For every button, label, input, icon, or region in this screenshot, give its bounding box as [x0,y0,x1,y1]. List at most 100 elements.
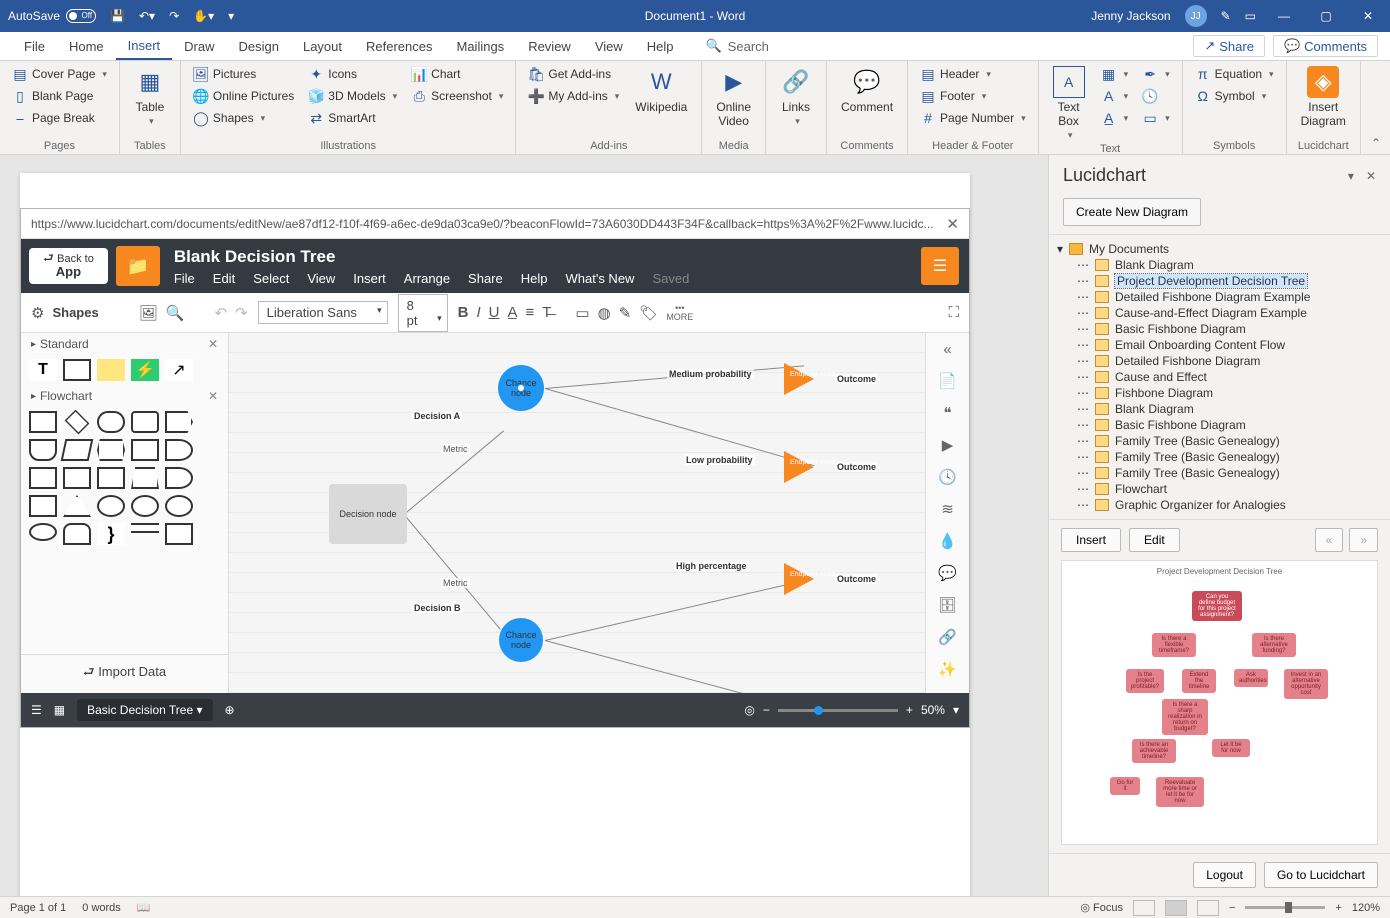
endpoint-3[interactable] [784,563,814,595]
close-button[interactable]: ✕ [1354,9,1382,23]
3d-models-button[interactable]: 🧊3D Models [304,86,401,106]
back-to-app-button[interactable]: ⮐ Back toApp [29,248,108,283]
textcolor-button[interactable]: A̲ [507,304,517,321]
align-button[interactable]: ≡ [525,304,534,321]
add-page-button[interactable]: ⊕ [225,703,235,717]
grid-view-icon[interactable]: ▦ [54,703,65,717]
fc-shape[interactable] [131,467,159,489]
minimize-button[interactable]: — [1270,9,1298,23]
fc-shape[interactable] [165,495,193,517]
cleartext-button[interactable]: T̶ [542,304,551,321]
fc-shape[interactable] [29,467,57,489]
redo-icon[interactable]: ↷ [169,9,179,23]
equation-button[interactable]: πEquation [1191,64,1278,84]
quick-parts-button[interactable]: ▦ [1097,64,1133,84]
fc-shape[interactable] [63,523,91,545]
fc-shape[interactable] [63,467,91,489]
import-data-button[interactable]: ⮐ Import Data [21,654,228,693]
tree-item[interactable]: ⋯ Fishbone Diagram [1049,385,1390,401]
fc-shape[interactable] [97,411,125,433]
text-box-button[interactable]: AText Box [1047,64,1091,143]
decision-node[interactable]: Decision node [329,484,407,544]
bold-button[interactable]: B [458,304,469,321]
lc-menu-new[interactable]: What's New [566,271,635,286]
fc-shape[interactable] [131,411,159,433]
panel-insert-button[interactable]: Insert [1061,528,1121,552]
web-layout-button[interactable] [1197,900,1219,916]
object-button[interactable]: ▭ [1138,108,1174,128]
smartart-button[interactable]: ⇄SmartArt [304,108,401,128]
comment-button[interactable]: 💬Comment [835,64,899,116]
panel-prev-button[interactable]: « [1315,528,1344,552]
fc-shape[interactable] [131,523,159,533]
lc-diagram-title[interactable]: Blank Decision Tree [174,247,690,267]
fc-shape[interactable] [97,467,125,489]
user-name[interactable]: Jenny Jackson [1091,9,1170,23]
undo-icon[interactable]: ↶ [214,304,227,322]
proofing-icon[interactable]: 📖 [137,901,151,914]
tab-draw[interactable]: Draw [172,32,226,60]
get-addins-button[interactable]: 🛍Get Add-ins [524,64,623,84]
chart-button[interactable]: 📊Chart [407,64,507,84]
layers-icon[interactable]: ≋ [941,500,954,518]
fc-shape[interactable] [29,439,57,461]
page-indicator[interactable]: Page 1 of 1 [10,902,66,914]
cat-close-icon[interactable]: ✕ [208,389,218,403]
create-diagram-button[interactable]: Create New Diagram [1063,198,1201,226]
tree-item[interactable]: ⋯ Graphic Organizer for Analogies [1049,497,1390,513]
history-icon[interactable]: 🕓 [938,468,957,486]
tab-design[interactable]: Design [227,32,291,60]
icons-button[interactable]: ✦Icons [304,64,401,84]
tree-item[interactable]: ⋯ Project Development Decision Tree [1049,273,1390,289]
read-mode-button[interactable] [1133,900,1155,916]
pictures-button[interactable]: 🖼Pictures [189,64,298,84]
online-pictures-button[interactable]: 🌐Online Pictures [189,86,298,106]
page-tab[interactable]: Basic Decision Tree ▾ [77,699,212,721]
fc-shape[interactable] [131,495,159,517]
tree-item[interactable]: ⋯ Family Tree (Basic Genealogy) [1049,465,1390,481]
present-icon[interactable]: ▶ [942,436,954,454]
zoom-in-button[interactable]: + [906,703,913,717]
data-icon[interactable]: 🗄 [938,596,957,614]
fc-shape[interactable] [165,411,193,433]
goto-lucidchart-button[interactable]: Go to Lucidchart [1264,862,1378,888]
fc-shape[interactable] [65,410,90,435]
drop-icon[interactable]: 💧 [938,532,957,550]
fc-shape[interactable] [29,411,57,433]
comments-button[interactable]: 💬Comments [1273,35,1378,57]
fill-button[interactable]: ◍ [598,304,611,322]
save-icon[interactable]: 💾 [110,9,125,23]
fc-shape[interactable] [61,439,94,461]
zoom-slider[interactable] [778,709,898,712]
draw-mode-icon[interactable]: ✎ [1221,9,1231,23]
wordart-button[interactable]: A [1097,86,1133,106]
chat-icon[interactable]: 💬 [938,564,957,582]
tab-layout[interactable]: Layout [291,32,354,60]
cover-page-button[interactable]: ▤Cover Page [8,64,111,84]
symbol-button[interactable]: ΩSymbol [1191,86,1278,106]
endpoint-2[interactable] [784,451,814,483]
lc-menu-help[interactable]: Help [521,271,548,286]
fc-shape[interactable] [29,495,57,517]
screenshot-button[interactable]: ⎙Screenshot [407,86,507,106]
shape-bolt[interactable]: ⚡ [131,359,159,381]
search-icon[interactable]: 🔍 [166,304,185,322]
zoom-level[interactable]: 120% [1352,902,1380,914]
shape-arrow[interactable]: ↗ [165,359,193,381]
panel-next-button[interactable]: » [1349,528,1378,552]
word-count[interactable]: 0 words [82,902,121,914]
fullscreen-button[interactable]: ⛶ [948,304,959,321]
lc-menu-insert[interactable]: Insert [353,271,386,286]
share-button[interactable]: ↗Share [1193,35,1265,57]
blank-page-button[interactable]: ▯Blank Page [8,86,111,106]
tab-help[interactable]: Help [635,32,686,60]
tree-root[interactable]: ▾ My Documents [1049,241,1390,257]
tree-item[interactable]: ⋯ Blank Diagram [1049,401,1390,417]
cat-close-icon[interactable]: ✕ [208,337,218,351]
fc-shape[interactable]: } [97,523,125,545]
user-avatar[interactable]: JJ [1185,5,1207,27]
tree-item[interactable]: ⋯ Email Onboarding Content Flow [1049,337,1390,353]
tree-item[interactable]: ⋯ Family Tree (Basic Genealogy) [1049,449,1390,465]
tab-mailings[interactable]: Mailings [445,32,517,60]
magic-icon[interactable]: ✨ [938,660,957,678]
